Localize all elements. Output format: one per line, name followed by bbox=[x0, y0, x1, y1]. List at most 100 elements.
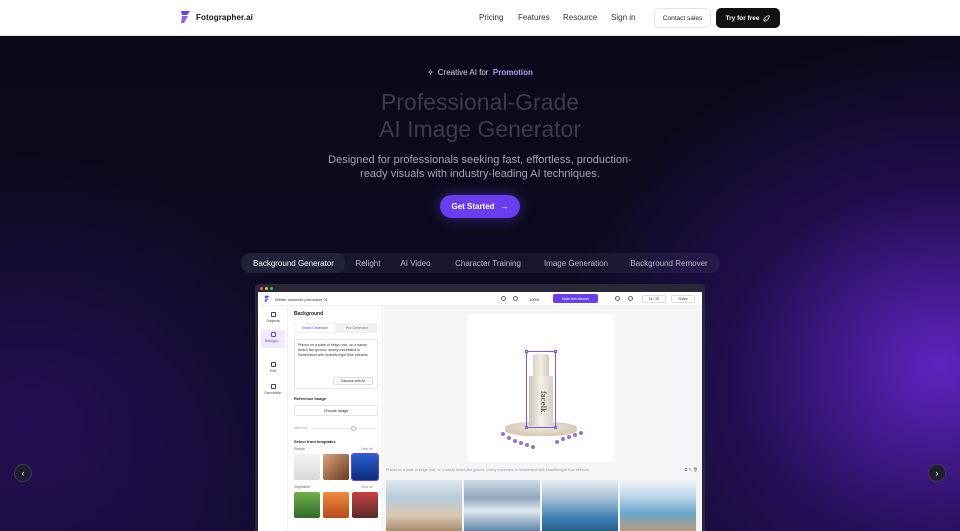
try-for-free-button[interactable]: Try for free bbox=[716, 8, 780, 28]
hero-subtitle: Designed for professionals seeking fast,… bbox=[0, 153, 960, 181]
group-vegetable-label: Vegetable bbox=[294, 485, 310, 489]
user-icon[interactable] bbox=[628, 296, 633, 301]
result-thumb-4[interactable] bbox=[620, 480, 696, 531]
get-started-button[interactable]: Get Started → bbox=[440, 195, 520, 218]
try-for-free-label: Try for free bbox=[725, 14, 760, 22]
feature-tabs: Background Generator Relight AI Video Ch… bbox=[240, 253, 720, 273]
result-thumb-3[interactable] bbox=[542, 480, 618, 531]
rail-label-decoration: Decoration bbox=[264, 391, 282, 395]
tab-background-generator[interactable]: Background Generator bbox=[242, 253, 345, 273]
chevron-left-icon: ‹ bbox=[21, 468, 25, 478]
lavender-flower bbox=[513, 439, 517, 443]
product-canvas[interactable]: facelk bbox=[467, 314, 615, 462]
eyebrow-accent: Promotion bbox=[492, 68, 533, 77]
project-name[interactable]: Winter cosmetic promotion 01 bbox=[275, 297, 328, 302]
rail-label-edit: Edit bbox=[269, 369, 277, 373]
template-thumb-simple-1[interactable] bbox=[294, 454, 320, 480]
result-strip bbox=[384, 480, 702, 531]
contact-sales-button[interactable]: Contact sales bbox=[654, 8, 711, 28]
resize-handle[interactable] bbox=[554, 350, 557, 353]
rail-item-edit[interactable]: Edit bbox=[261, 360, 285, 378]
lavender-flower bbox=[561, 437, 565, 441]
rail-item-background[interactable]: Backgro... bbox=[261, 330, 285, 348]
tab-relight[interactable]: Relight bbox=[346, 253, 390, 273]
lavender-flower bbox=[573, 433, 577, 437]
share-button[interactable]: Share bbox=[671, 295, 695, 303]
lavender-flower bbox=[519, 441, 523, 445]
tab-image-generation[interactable]: Image Generation bbox=[538, 253, 614, 273]
affection-label: Affection bbox=[294, 426, 308, 430]
background-icon bbox=[270, 332, 276, 337]
trash-icon[interactable]: 🗑 bbox=[693, 467, 698, 472]
panel-heading: Background bbox=[294, 311, 324, 317]
chevron-right-icon: › bbox=[935, 468, 939, 478]
lavender-flower bbox=[525, 443, 529, 447]
brand[interactable]: Fotographer.ai bbox=[180, 10, 253, 24]
tab-ai-video[interactable]: AI Video bbox=[393, 253, 438, 273]
nav-link-sign-in[interactable]: Sign in bbox=[611, 13, 635, 22]
lavender-flower bbox=[531, 445, 535, 449]
nav-link-resource[interactable]: Resource bbox=[563, 13, 597, 22]
template-thumb-vegetable-2[interactable] bbox=[323, 492, 349, 518]
tool-rail: Subjects Backgro... Edit Decoration bbox=[258, 306, 288, 531]
result-thumb-2[interactable] bbox=[464, 480, 540, 531]
subjects-icon bbox=[270, 312, 276, 317]
make-banner-button[interactable]: Make this Banner bbox=[553, 294, 598, 303]
templates-label: Select from templates bbox=[294, 439, 336, 444]
selection-box[interactable] bbox=[525, 350, 557, 429]
resize-handle[interactable] bbox=[525, 426, 528, 429]
rail-item-subjects[interactable]: Subjects bbox=[261, 310, 285, 328]
credit-counter: 11 / 20 bbox=[642, 295, 666, 303]
edit-icon bbox=[270, 362, 276, 367]
caption-actions: ⧉ ✎ 🗑 bbox=[684, 467, 698, 472]
hero-subtitle-line-1: Designed for professionals seeking fast,… bbox=[328, 154, 632, 166]
affection-slider[interactable] bbox=[311, 426, 378, 431]
background-panel: Background Smart Generator Pro Generator… bbox=[289, 306, 383, 531]
rail-label-subjects: Subjects bbox=[266, 319, 280, 323]
lavender-flower bbox=[507, 436, 511, 440]
carousel-next-button[interactable]: › bbox=[928, 464, 946, 482]
tab-background-remover[interactable]: Background Remover bbox=[624, 253, 714, 273]
app-window: Winter cosmetic promotion 01 100% Make t… bbox=[258, 292, 702, 531]
hero-eyebrow: ✧ Creative AI for Promotion bbox=[0, 68, 960, 77]
zoom-level[interactable]: 100% bbox=[529, 297, 539, 302]
nav-link-features[interactable]: Features bbox=[518, 13, 550, 22]
hero-title-line-1: Professional-Grade bbox=[380, 89, 580, 115]
history-icon[interactable] bbox=[615, 296, 620, 301]
hero-title: Professional-Grade AI Image Generator bbox=[0, 89, 960, 143]
arrow-right-icon: → bbox=[500, 202, 509, 211]
nav-link-pricing[interactable]: Pricing bbox=[479, 13, 503, 22]
redo-icon[interactable] bbox=[513, 296, 518, 301]
canvas-caption: Placed on a plate of beige rock, on a sa… bbox=[386, 468, 589, 472]
app-preview: Winter cosmetic promotion 01 100% Make t… bbox=[255, 284, 705, 531]
canvas-area: facelk Placed on a plate of beige rock, … bbox=[384, 306, 702, 531]
window-maximize-dot bbox=[270, 287, 273, 290]
segment-pro-generator[interactable]: Pro Generator bbox=[337, 324, 377, 332]
template-thumb-vegetable-1[interactable] bbox=[294, 492, 320, 518]
sparkle-icon: ✧ bbox=[427, 68, 434, 77]
hero-section: ✧ Creative AI for Promotion Professional-… bbox=[0, 36, 960, 531]
decoration-icon bbox=[270, 384, 276, 389]
tab-character-training[interactable]: Character Training bbox=[446, 253, 530, 273]
lavender-flower bbox=[567, 435, 571, 439]
template-thumb-simple-2[interactable] bbox=[323, 454, 349, 480]
slider-knob[interactable] bbox=[351, 426, 356, 431]
carousel-prev-button[interactable]: ‹ bbox=[14, 464, 32, 482]
segment-smart-generator[interactable]: Smart Generator bbox=[295, 324, 335, 332]
template-thumb-vegetable-3[interactable] bbox=[352, 492, 378, 518]
lavender-flower bbox=[501, 432, 505, 436]
resize-handle[interactable] bbox=[525, 350, 528, 353]
resize-handle[interactable] bbox=[554, 426, 557, 429]
rail-item-decoration[interactable]: Decoration bbox=[261, 382, 285, 400]
lavender-flower bbox=[579, 431, 583, 435]
eyebrow-prefix: Creative AI for bbox=[437, 68, 489, 77]
discuss-with-ai-button[interactable]: Discuss with AI bbox=[333, 377, 373, 385]
view-all-simple-link[interactable]: View all bbox=[361, 447, 373, 451]
edit-pen-icon[interactable]: ✎ bbox=[688, 467, 691, 472]
choose-image-button[interactable]: Choose Image bbox=[294, 405, 378, 416]
copy-icon[interactable]: ⧉ bbox=[684, 467, 687, 472]
result-thumb-1[interactable] bbox=[386, 480, 462, 531]
view-all-vegetable-link[interactable]: View all bbox=[361, 485, 373, 489]
undo-icon[interactable] bbox=[501, 296, 506, 301]
template-thumb-simple-3[interactable] bbox=[351, 453, 379, 481]
